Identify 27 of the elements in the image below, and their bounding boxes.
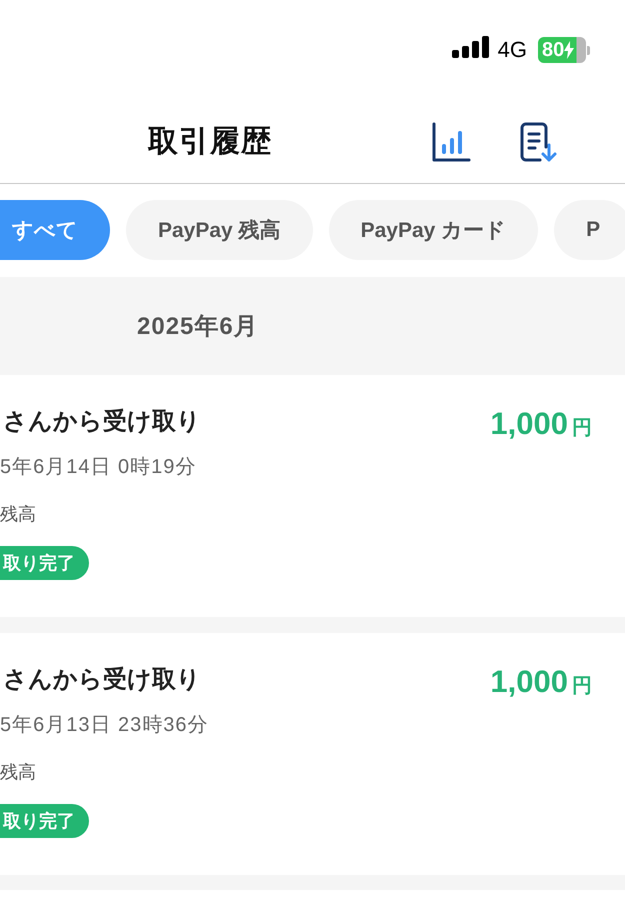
amount-value: 1,000 — [490, 405, 568, 443]
document-download-icon — [519, 120, 559, 162]
payment-source: 残高 — [0, 503, 36, 526]
transaction-card[interactable]: さんから受け取り 5年6月14日 0時19分 残高 取り完了 1,000 円 — [0, 375, 625, 617]
transaction-title: さんから受け取り — [2, 665, 201, 695]
lightning-bolt-icon — [564, 41, 574, 59]
battery-percentage: 80 — [542, 38, 564, 63]
download-button[interactable] — [519, 120, 559, 162]
currency-label: 円 — [572, 674, 592, 699]
filter-tab[interactable]: PayPay カード — [328, 200, 538, 260]
payment-source: 残高 — [0, 761, 36, 784]
transaction-card[interactable]: さんから受け取り 5年6月13日 23時36分 残高 取り完了 1,000 円 — [0, 633, 625, 875]
status-badge: 取り完了 — [0, 546, 89, 580]
page-title: 取引履歴 — [148, 124, 272, 160]
transaction-datetime: 5年6月13日 23時36分 — [0, 713, 209, 738]
transaction-title: さんから受け取り — [2, 407, 201, 437]
transaction-datetime: 5年6月14日 0時19分 — [0, 455, 196, 480]
signal-icon — [452, 36, 489, 58]
status-badge: 取り完了 — [0, 804, 89, 838]
bar-chart-icon — [431, 120, 471, 162]
chart-button[interactable] — [431, 120, 471, 162]
month-label: 2025年6月 — [137, 312, 259, 342]
filter-tab[interactable]: P — [554, 200, 625, 260]
filter-tab[interactable]: PayPay 残高 — [126, 200, 313, 260]
currency-label: 円 — [572, 416, 592, 441]
network-type: 4G — [498, 36, 527, 64]
amount-value: 1,000 — [490, 663, 568, 701]
